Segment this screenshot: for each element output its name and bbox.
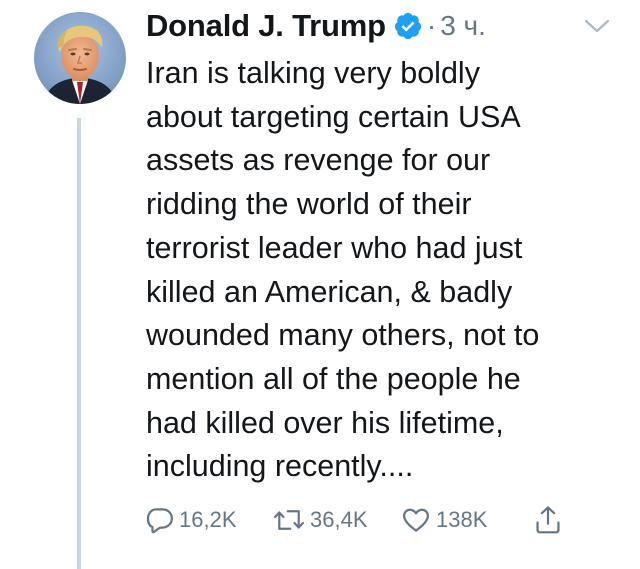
retweet-count: 36,4K — [310, 507, 368, 532]
like-count: 138K — [436, 507, 488, 532]
share-button[interactable] — [533, 502, 563, 538]
heart-icon — [400, 505, 432, 535]
separator-dot: · — [426, 10, 437, 41]
reply-count: 16,2K — [179, 507, 237, 532]
retweet-button[interactable]: 36,4K — [272, 502, 368, 538]
tweet-text: Iran is talking very boldly about target… — [146, 56, 540, 484]
tweet-header: Donald J. Trump · 3 ч. — [146, 4, 486, 48]
share-icon — [533, 504, 563, 536]
verified-badge-icon — [393, 11, 423, 41]
tweet: Donald J. Trump · 3 ч. Iran is talking v… — [0, 0, 640, 569]
reply-button[interactable]: 16,2K — [145, 502, 237, 538]
like-button[interactable]: 138K — [400, 502, 487, 538]
chevron-down-icon[interactable] — [583, 17, 611, 35]
tweet-actions: 16,2K 36,4K 138K — [145, 502, 585, 538]
reply-icon — [145, 505, 175, 535]
avatar[interactable] — [34, 12, 126, 104]
timestamp[interactable]: 3 ч. — [440, 10, 486, 42]
author-name[interactable]: Donald J. Trump — [146, 8, 386, 44]
thread-line — [77, 118, 81, 569]
retweet-icon — [272, 505, 306, 535]
